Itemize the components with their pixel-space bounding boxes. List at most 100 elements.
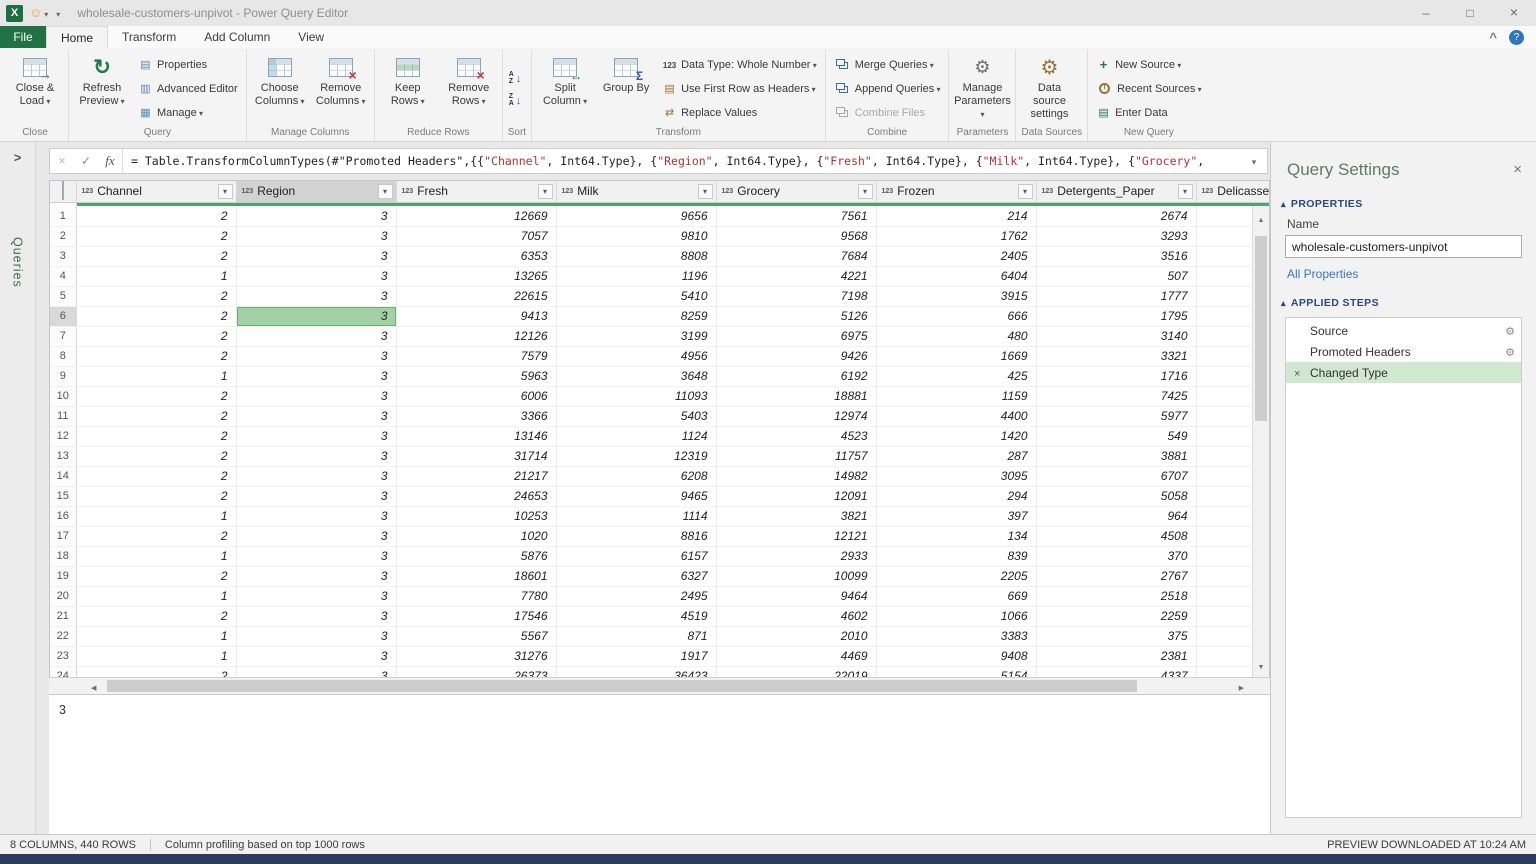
grid-cell[interactable]: 9464 xyxy=(716,586,876,606)
use-first-row-as-headers-button[interactable]: Use First Row as Headers xyxy=(659,79,820,98)
row-number[interactable]: 18 xyxy=(50,546,76,566)
grid-cell[interactable]: 6192 xyxy=(716,366,876,386)
grid-cell[interactable]: 425 xyxy=(876,366,1036,386)
grid-cell[interactable]: 3648 xyxy=(556,366,716,386)
grid-cell[interactable]: 3 xyxy=(236,426,396,446)
grid-cell[interactable]: 3 xyxy=(236,646,396,666)
grid-cell[interactable]: 3821 xyxy=(716,506,876,526)
tab-home[interactable]: Home xyxy=(46,26,108,48)
grid-cell[interactable]: 3 xyxy=(236,326,396,346)
row-number[interactable]: 16 xyxy=(50,506,76,526)
grid-cell[interactable]: 5154 xyxy=(876,666,1036,677)
column-filter-button[interactable] xyxy=(538,184,553,199)
applied-steps-section-header[interactable]: APPLIED STEPS xyxy=(1271,291,1536,313)
formula-input[interactable]: = Table.TransformColumnTypes(#"Promoted … xyxy=(131,154,1241,168)
grid-cell[interactable]: 294 xyxy=(876,486,1036,506)
grid-cell[interactable]: 3 xyxy=(236,386,396,406)
grid-cell[interactable]: 12974 xyxy=(716,406,876,426)
queries-pane-label[interactable]: Queries xyxy=(11,237,25,288)
grid-cell[interactable]: 3 xyxy=(236,286,396,306)
row-number[interactable]: 1 xyxy=(50,206,76,226)
grid-cell[interactable]: 13265 xyxy=(396,266,556,286)
grid-cell[interactable]: 669 xyxy=(876,586,1036,606)
manage-button[interactable]: Manage xyxy=(135,103,241,122)
grid-cell[interactable]: 3 xyxy=(236,366,396,386)
grid-cell[interactable]: 3140 xyxy=(1036,326,1196,346)
grid-cell[interactable]: 3 xyxy=(236,626,396,646)
grid-cell[interactable]: 3 xyxy=(236,586,396,606)
column-header-region[interactable]: 123Region xyxy=(236,181,396,202)
grid-cell[interactable]: 1 xyxy=(76,646,236,666)
grid-cell[interactable]: 2 xyxy=(76,386,236,406)
expand-formula-bar-icon[interactable] xyxy=(1241,152,1267,170)
expand-queries-pane-button[interactable] xyxy=(14,150,22,165)
tab-view[interactable]: View xyxy=(284,26,338,48)
close-panel-icon[interactable] xyxy=(1513,161,1522,179)
grid-cell[interactable]: 3 xyxy=(236,246,396,266)
row-number[interactable]: 6 xyxy=(50,306,76,326)
grid-cell[interactable]: 1 xyxy=(76,366,236,386)
select-all-corner[interactable] xyxy=(50,181,76,202)
grid-cell[interactable]: 1 xyxy=(76,506,236,526)
grid-cell[interactable]: 3 xyxy=(236,526,396,546)
grid-cell[interactable]: 2 xyxy=(76,226,236,246)
grid-cell[interactable]: 3881 xyxy=(1036,446,1196,466)
grid-cell[interactable]: 31714 xyxy=(396,446,556,466)
grid-cell[interactable]: 5126 xyxy=(716,306,876,326)
advanced-editor-button[interactable]: Advanced Editor xyxy=(135,79,241,98)
grid-cell[interactable]: 5410 xyxy=(556,286,716,306)
grid-cell[interactable]: 9810 xyxy=(556,226,716,246)
grid-cell[interactable]: 1 xyxy=(76,266,236,286)
row-number[interactable]: 9 xyxy=(50,366,76,386)
row-number[interactable]: 14 xyxy=(50,466,76,486)
grid-cell[interactable]: 4508 xyxy=(1036,526,1196,546)
column-filter-button[interactable] xyxy=(378,184,393,199)
row-number[interactable]: 10 xyxy=(50,386,76,406)
tab-add-column[interactable]: Add Column xyxy=(190,26,284,48)
grid-cell[interactable]: 2 xyxy=(76,326,236,346)
grid-cell[interactable]: 5977 xyxy=(1036,406,1196,426)
data-type-button[interactable]: Data Type: Whole Number xyxy=(659,55,820,74)
new-source-button[interactable]: New Source xyxy=(1093,55,1205,74)
grid-cell[interactable]: 6157 xyxy=(556,546,716,566)
query-name-input[interactable] xyxy=(1285,235,1522,258)
keep-rows-button[interactable]: Keep Rows xyxy=(378,51,438,126)
grid-cell[interactable]: 549 xyxy=(1036,426,1196,446)
grid-cell[interactable]: 4523 xyxy=(716,426,876,446)
grid-cell[interactable]: 2 xyxy=(76,306,236,326)
grid-cell[interactable]: 3 xyxy=(236,506,396,526)
grid-cell[interactable]: 2 xyxy=(76,466,236,486)
grid-cell[interactable]: 2 xyxy=(76,606,236,626)
tab-transform[interactable]: Transform xyxy=(108,26,190,48)
grid-cell[interactable]: 10099 xyxy=(716,566,876,586)
sort-ascending-button[interactable] xyxy=(506,69,528,87)
grid-cell[interactable]: 5403 xyxy=(556,406,716,426)
row-number[interactable]: 3 xyxy=(50,246,76,266)
grid-cell[interactable]: 6327 xyxy=(556,566,716,586)
grid-cell[interactable]: 6006 xyxy=(396,386,556,406)
grid-cell[interactable]: 3 xyxy=(236,546,396,566)
grid-cell[interactable]: 375 xyxy=(1036,626,1196,646)
grid-cell[interactable]: 6404 xyxy=(876,266,1036,286)
data-source-settings-button[interactable]: Data source settings xyxy=(1019,51,1079,126)
refresh-preview-button[interactable]: Refresh Preview xyxy=(72,51,132,126)
commit-formula-icon[interactable] xyxy=(74,152,98,170)
help-icon[interactable] xyxy=(1509,30,1524,45)
grid-cell[interactable]: 1 xyxy=(76,586,236,606)
grid-cell[interactable]: 3 xyxy=(236,666,396,677)
minimize-button[interactable] xyxy=(1404,0,1448,26)
grid-cell[interactable]: 7057 xyxy=(396,226,556,246)
grid-cell[interactable]: 2 xyxy=(76,346,236,366)
row-number[interactable]: 11 xyxy=(50,406,76,426)
grid-cell[interactable]: 1762 xyxy=(876,226,1036,246)
column-filter-button[interactable] xyxy=(218,184,233,199)
remove-columns-button[interactable]: Remove Columns xyxy=(311,51,371,126)
row-number[interactable]: 17 xyxy=(50,526,76,546)
step-settings-gear-icon[interactable] xyxy=(1505,324,1515,338)
column-header-milk[interactable]: 123Milk xyxy=(556,181,716,202)
grid-cell[interactable]: 11757 xyxy=(716,446,876,466)
row-number[interactable]: 4 xyxy=(50,266,76,286)
grid-cell[interactable]: 2 xyxy=(76,566,236,586)
tab-file[interactable]: File xyxy=(0,26,46,48)
row-number[interactable]: 22 xyxy=(50,626,76,646)
